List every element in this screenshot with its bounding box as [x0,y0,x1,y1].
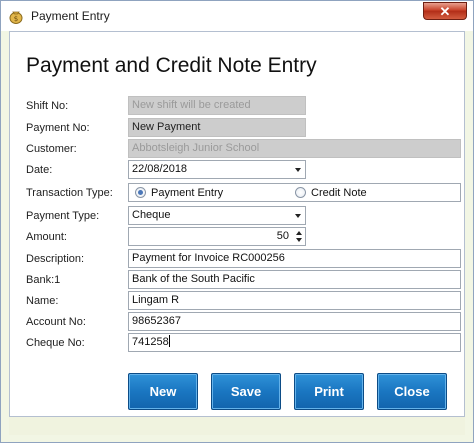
radio-payment-entry-label: Payment Entry [151,187,224,199]
account-no-field[interactable]: 98652367 [128,312,461,331]
cheque-no-label: Cheque No: [26,337,85,349]
payment-no-field: New Payment [128,118,306,137]
description-label: Description: [26,253,85,265]
customer-field: Abbotsleigh Junior School [128,139,461,158]
window-close-button[interactable]: ✕ [423,2,467,20]
amount-stepper[interactable]: 50 [128,227,306,246]
close-icon: ✕ [439,4,451,19]
payment-type-value: Cheque [132,209,171,221]
svg-text:$: $ [14,15,18,23]
spin-down-icon[interactable] [296,238,302,242]
shift-no-label: Shift No: [26,100,69,112]
chevron-down-icon[interactable] [295,168,301,172]
print-button[interactable]: Print [294,373,364,410]
bank-label: Bank:1 [26,274,61,286]
payment-type-label: Payment Type: [26,210,100,222]
radio-checked-icon[interactable] [135,187,146,198]
new-button[interactable]: New [128,373,198,410]
status-strip [9,417,465,435]
transaction-type-label: Transaction Type: [26,187,113,199]
close-button[interactable]: Close [377,373,447,410]
amount-value: 50 [276,230,289,242]
name-field[interactable]: Lingam R [128,291,461,310]
date-value: 22/08/2018 [132,163,188,175]
payment-entry-window: $ Payment Entry ✕ Payment and Credit Not… [0,0,474,443]
window-title: Payment Entry [31,9,110,23]
description-field[interactable]: Payment for Invoice RC000256 [128,249,461,268]
radio-unchecked-icon[interactable] [295,187,306,198]
radio-credit-note-label: Credit Note [311,187,367,199]
account-no-label: Account No: [26,316,86,328]
money-bag-icon: $ [9,8,23,24]
spin-up-icon[interactable] [296,231,302,235]
customer-label: Customer: [26,143,77,155]
cheque-no-value: 741258 [132,336,169,348]
page-title: Payment and Credit Note Entry [26,54,317,77]
date-label: Date: [26,164,53,176]
spinner-icon[interactable] [294,229,304,244]
bank-field[interactable]: Bank of the South Pacific [128,270,461,289]
amount-label: Amount: [26,231,67,243]
text-caret [168,335,170,347]
payment-type-select[interactable]: Cheque [128,206,306,225]
form-panel: Payment and Credit Note Entry Shift No: … [9,31,465,417]
date-picker[interactable]: 22/08/2018 [128,160,306,179]
title-bar: $ Payment Entry ✕ [1,1,473,31]
save-button[interactable]: Save [211,373,281,410]
chevron-down-icon[interactable] [295,214,301,218]
name-label: Name: [26,295,59,307]
transaction-type-group: Payment Entry Credit Note [128,183,461,202]
shift-no-field: New shift will be created [128,96,306,115]
payment-no-label: Payment No: [26,122,90,134]
cheque-no-field[interactable]: 741258 [128,333,461,352]
